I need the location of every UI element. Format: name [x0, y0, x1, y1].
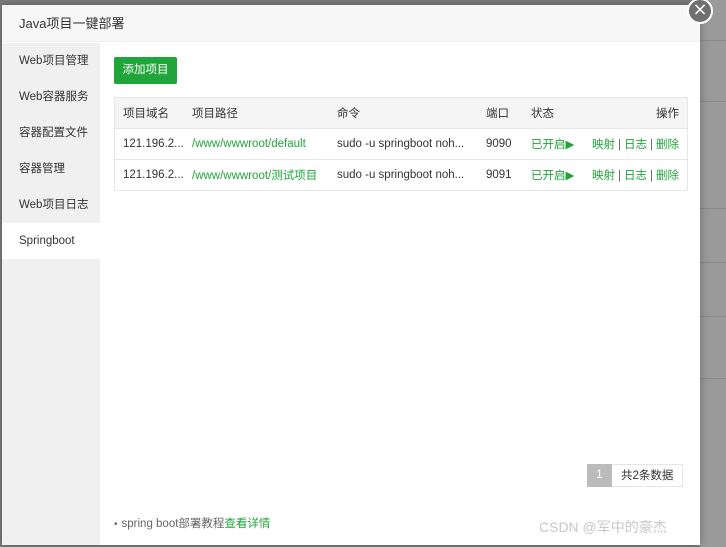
pagination-total: 共2条数据 [612, 464, 684, 487]
separator: | [650, 139, 653, 151]
cell-command: sudo -u springboot noh... [337, 169, 465, 181]
view-details-link[interactable]: 查看详情 [224, 518, 270, 530]
projects-table: 项目域名 项目路径 命令 端口 状态 操作 121.196.2... /www/… [114, 97, 688, 191]
status-toggle[interactable]: 已开启▶ [531, 167, 589, 183]
header-domain[interactable]: 项目域名 [115, 105, 192, 121]
cell-command: sudo -u springboot noh... [337, 138, 465, 150]
header-path[interactable]: 项目路径 [192, 105, 337, 121]
sidebar-item-container-config[interactable]: 容器配置文件 [2, 115, 100, 151]
cell-path-link[interactable]: /www/wwwroot/测试项目 [192, 167, 337, 183]
table-row: 121.196.2... /www/wwwroot/测试项目 sudo -u s… [115, 159, 687, 190]
main-content: 添加项目 项目域名 项目路径 命令 端口 状态 操作 121.196.2... … [114, 43, 688, 545]
table-row: 121.196.2... /www/wwwroot/default sudo -… [115, 128, 687, 159]
log-link[interactable]: 日志 [624, 139, 647, 151]
separator: | [618, 139, 621, 151]
separator: | [650, 170, 653, 182]
sidebar-item-web-project-logs[interactable]: Web项目日志 [2, 187, 100, 223]
sidebar-item-web-projects[interactable]: Web项目管理 [2, 43, 100, 79]
background-right-strip [700, 0, 726, 547]
map-link[interactable]: 映射 [592, 139, 615, 151]
pagination: 1 共2条数据 [587, 464, 684, 487]
header-ops: 操作 [656, 108, 679, 120]
map-link[interactable]: 映射 [592, 170, 615, 182]
delete-link[interactable]: 删除 [656, 170, 679, 182]
cell-port: 9090 [486, 138, 512, 150]
sidebar-item-web-container-service[interactable]: Web容器服务 [2, 79, 100, 115]
row-actions: 映射 | 日志 | 删除 [589, 136, 687, 152]
dialog-title: Java项目一键部署 [2, 5, 700, 42]
java-deploy-dialog: Java项目一键部署 Web项目管理 Web容器服务 容器配置文件 容器管理 W… [2, 0, 713, 545]
header-port[interactable]: 端口 [486, 105, 531, 121]
separator: | [618, 170, 621, 182]
cell-port: 9091 [486, 169, 512, 181]
cell-domain: 121.196.2... [123, 138, 184, 150]
cell-path-link[interactable]: /www/wwwroot/default [192, 138, 337, 150]
page-number-current[interactable]: 1 [587, 464, 612, 487]
table-header-row: 项目域名 项目路径 命令 端口 状态 操作 [115, 98, 687, 128]
footnote: • spring boot部署教程查看详情 [114, 515, 270, 531]
row-actions: 映射 | 日志 | 删除 [589, 167, 687, 183]
sidebar-item-container-management[interactable]: 容器管理 [2, 151, 100, 187]
cell-domain: 121.196.2... [123, 169, 184, 181]
status-toggle[interactable]: 已开启▶ [531, 136, 589, 152]
sidebar: Web项目管理 Web容器服务 容器配置文件 容器管理 Web项目日志 Spri… [2, 43, 100, 545]
add-project-button[interactable]: 添加项目 [114, 57, 177, 84]
footnote-text: spring boot部署教程 [121, 518, 225, 530]
watermark: CSDN @军中的豪杰 [539, 519, 667, 535]
delete-link[interactable]: 删除 [656, 139, 679, 151]
header-status[interactable]: 状态 [531, 105, 589, 121]
bullet-icon: • [114, 519, 118, 530]
header-command[interactable]: 命令 [337, 105, 486, 121]
log-link[interactable]: 日志 [624, 170, 647, 182]
sidebar-item-springboot[interactable]: Springboot [2, 223, 100, 259]
